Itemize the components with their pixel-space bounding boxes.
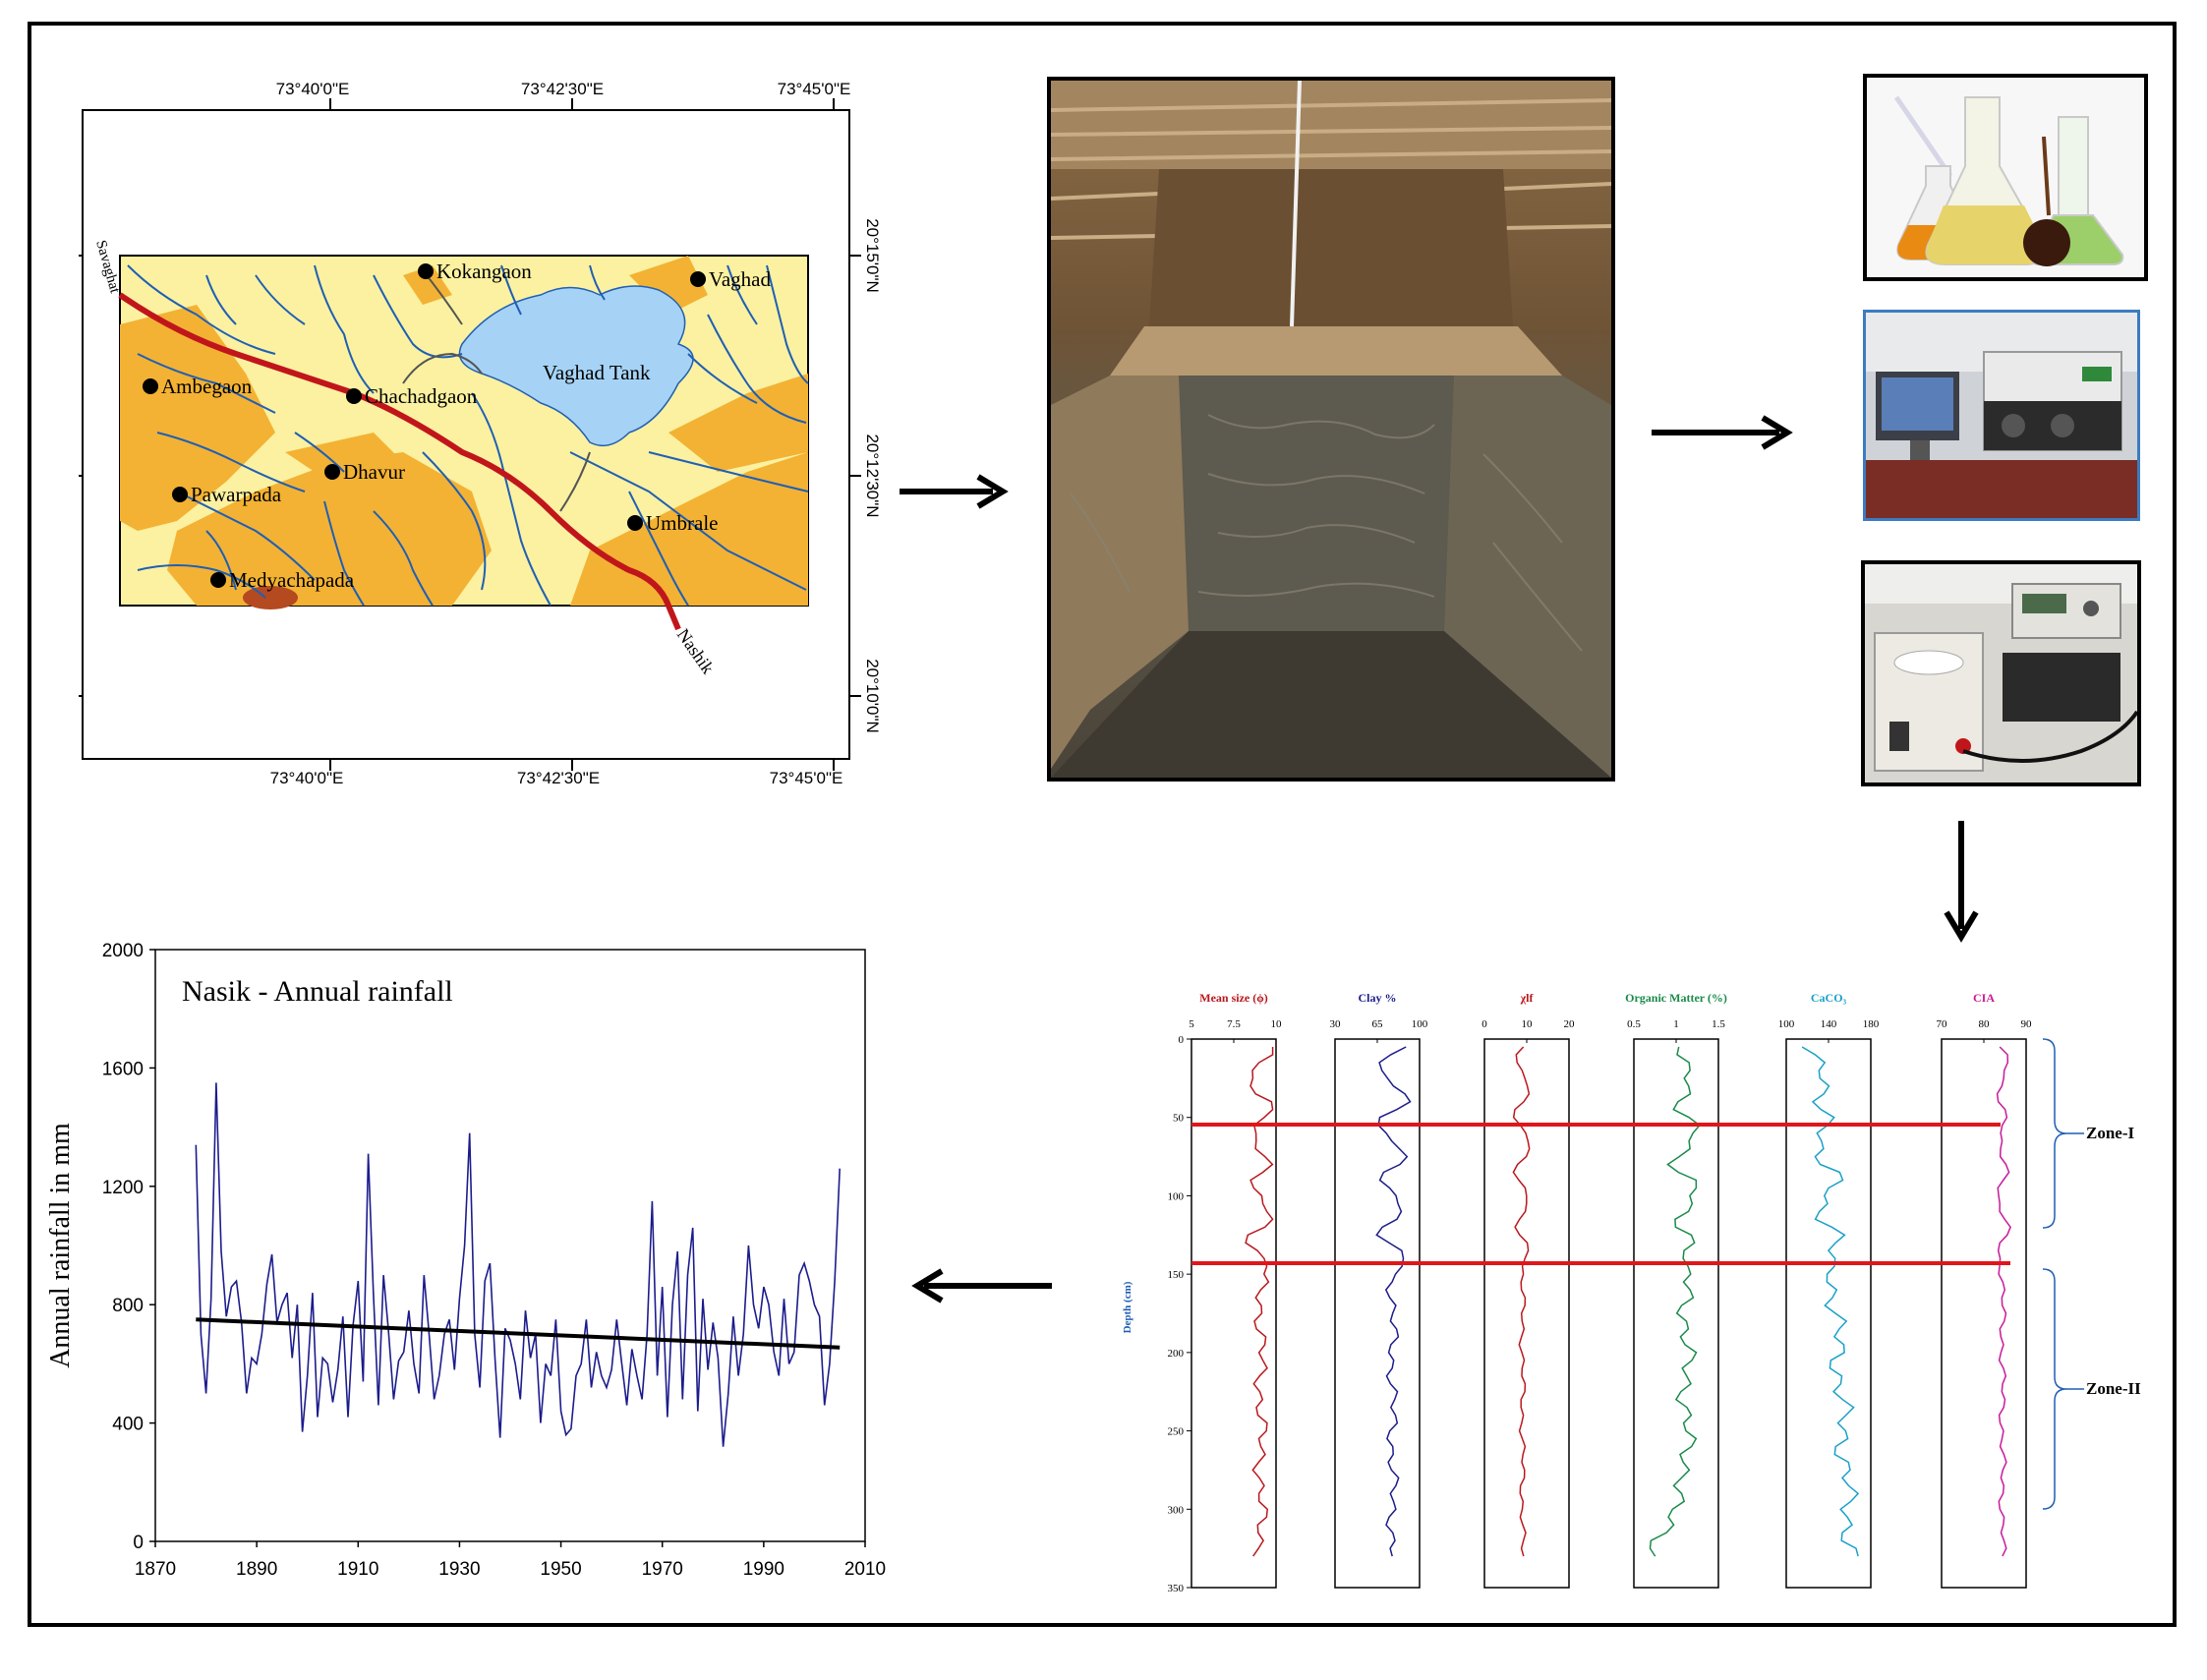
x-tick-label: 1870 [135,1559,176,1580]
village-umbrale: Umbrale [646,511,718,535]
tank-label: Vaghad Tank [543,361,651,384]
lab-flasks-photo [1863,74,2148,281]
x-axis: 1870 1890 1910 1930 1950 1970 1990 2010 [135,1541,886,1580]
lon-label-bottom-3: 73°45'0"E [770,769,843,787]
profile-tick-label: 70 [1937,1018,1948,1030]
sediment-depth-profile: Depth (cm) 0 50 100 150 200 250 300 350 Mean si… [1111,968,2173,1607]
arrow-trench-to-lab [1652,415,1793,450]
profile-title: Clay % [1359,991,1397,1005]
profile-title: Mean size (ϕ) [1199,991,1267,1005]
rainfall-chart: Nasik - Annual rainfall Annual rainfall … [39,934,904,1602]
depth-tick-label: 50 [1173,1113,1185,1125]
profile-tick-label: 30 [1330,1018,1342,1030]
profile-tick-label: 10 [1271,1018,1283,1030]
y-tick-label: 800 [112,1296,144,1316]
x-tick-label: 1930 [438,1559,480,1580]
profile-tick-label: 1 [1673,1018,1679,1030]
depth-tick-label: 300 [1168,1504,1185,1516]
y-tick-label: 2000 [102,941,144,961]
village-dhavur: Dhavur [343,460,405,484]
lat-label-right-3: 20°10'0"N [863,659,882,733]
village-pawarpada: Pawarpada [191,483,282,506]
profile-title: CaCO₃ [1811,991,1847,1005]
village-ambegaon: Ambegaon [161,375,253,398]
lon-label-bottom-2: 73°42'30"E [517,769,600,787]
profile-title: χlf [1520,991,1535,1005]
x-tick-label: 1970 [642,1559,683,1580]
lon-label-bottom-1: 73°40'0"E [270,769,344,787]
x-tick-label: 1890 [236,1559,277,1580]
profile-box [1483,1038,1570,1589]
zone-label-1: Zone-I [2086,1124,2135,1142]
lon-label-top-1: 73°40'0"E [276,80,350,98]
lon-label-top-3: 73°45'0"E [778,80,851,98]
chart-title: Nasik - Annual rainfall [182,975,453,1008]
zone-bracket-2 [2042,1268,2067,1510]
profile-tick-label: 7.5 [1227,1018,1241,1030]
x-tick-label: 2010 [844,1559,886,1580]
analyzer-instrument-photo [1863,310,2140,521]
village-vaghad: Vaghad [709,267,771,291]
profile-tick-label: 65 [1372,1018,1384,1030]
profile-tick-label: 10 [1522,1018,1534,1030]
study-area-map: 73°40'0"E 73°42'30"E 73°45'0"E 73°40'0"E… [53,59,895,806]
profile-box [1334,1038,1421,1589]
profile-tick-label: 180 [1863,1018,1880,1030]
profile-panel: CIA 70 80 90 [1937,991,2033,1589]
depth-tick-label: 250 [1168,1426,1185,1438]
lat-label-right-1: 20°15'0"N [863,218,882,293]
profile-panel: CaCO₃ 100 140 180 [1778,991,1880,1589]
profile-panel: Mean size (ϕ) 5 7.5 10 [1189,991,1283,1589]
y-tick-label: 0 [133,1533,144,1553]
susceptibility-meter-photo [1861,560,2141,786]
profile-tick-label: 140 [1821,1018,1837,1030]
profile-tick-label: 1.5 [1712,1018,1725,1030]
y-tick-label: 1600 [102,1059,144,1079]
arrow-lab-to-profile [1944,821,1979,943]
x-tick-label: 1910 [337,1559,378,1580]
profile-tick-label: 0.5 [1627,1018,1641,1030]
y-axis: 0 400 800 1200 1600 2000 [102,941,155,1553]
depth-tick-label: 200 [1168,1348,1185,1360]
soil-trench-photo [1047,77,1615,782]
profile-title: Organic Matter (%) [1625,991,1727,1005]
plot-area [154,949,866,1542]
profile-title: CIA [1973,991,1995,1005]
profile-box [1941,1038,2027,1589]
profile-box [1785,1038,1872,1589]
y-tick-label: 400 [112,1415,144,1435]
depth-tick-label: 350 [1168,1583,1185,1594]
zone-bracket-1 [2042,1038,2067,1229]
profile-panel: Clay % 30 65 100 [1330,991,1428,1589]
village-kokangaon: Kokangaon [436,260,532,283]
depth-tick-label: 100 [1168,1190,1185,1202]
x-tick-label: 1950 [540,1559,581,1580]
x-tick-label: 1990 [743,1559,784,1580]
profile-panel: χlf 0 10 20 [1481,991,1576,1589]
profile-tick-label: 0 [1481,1018,1487,1030]
y-tick-label: 1200 [102,1178,144,1198]
profile-panel: Organic Matter (%) 0.5 1 1.5 [1625,991,1727,1589]
lat-label-right-2: 20°12'30"N [863,434,882,517]
village-chachadgaon: Chachadgaon [365,384,478,408]
depth-tick-label: 0 [1179,1034,1185,1046]
profile-tick-label: 20 [1564,1018,1576,1030]
arrow-map-to-trench [900,474,1009,509]
depth-axis-label: Depth (cm) [1122,1281,1133,1333]
profile-tick-label: 90 [2021,1018,2033,1030]
depth-tick-label: 150 [1168,1269,1185,1281]
zone-label-2: Zone-II [2086,1379,2141,1398]
depth-axis: 0 50 100 150 200 250 300 350 [1168,1034,1191,1594]
y-axis-label: Annual rainfall in mm [45,1123,76,1368]
profile-tick-label: 5 [1189,1018,1194,1030]
profile-tick-label: 100 [1412,1018,1428,1030]
arrow-profile-to-rainfall [911,1268,1052,1303]
village-medyachapada: Medyachapada [229,568,355,592]
lon-label-top-2: 73°42'30"E [521,80,604,98]
profile-tick-label: 80 [1979,1018,1991,1030]
profile-tick-label: 100 [1778,1018,1795,1030]
